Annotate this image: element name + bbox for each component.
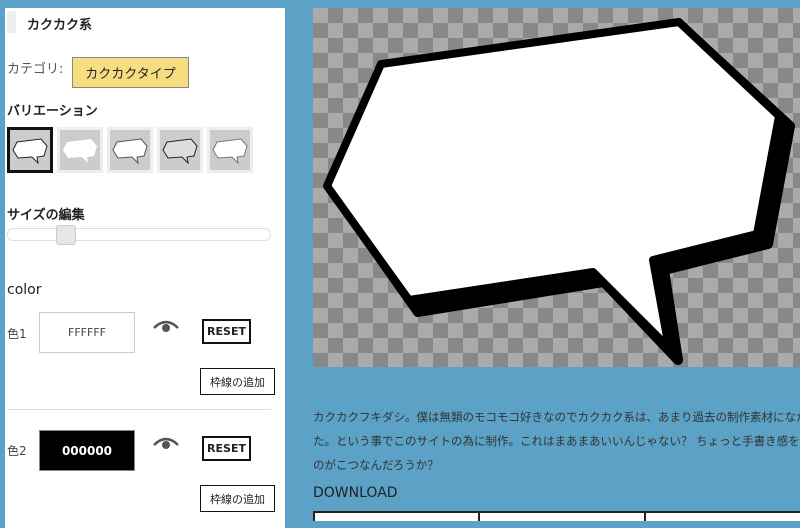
bubble-thumb-icon — [112, 138, 148, 164]
slider-thumb[interactable] — [56, 225, 77, 245]
panel-title: カクカク系 — [27, 18, 93, 33]
color2-label: 色2 — [7, 444, 27, 458]
color1-reset-button[interactable]: RESET — [202, 319, 251, 344]
download-heading: DOWNLOAD — [313, 485, 398, 501]
bubble-thumb-icon — [162, 138, 198, 164]
divider — [7, 409, 271, 410]
table-cell[interactable] — [646, 513, 800, 521]
color2-input[interactable]: 000000 — [39, 430, 135, 471]
variation-2[interactable] — [57, 127, 103, 173]
color1-add-border-button[interactable]: 枠線の追加 — [200, 368, 275, 395]
variation-4[interactable] — [157, 127, 203, 173]
bubble-preview — [313, 8, 800, 367]
category-badge[interactable]: カクカクタイプ — [72, 57, 189, 88]
table-cell[interactable] — [315, 513, 481, 521]
variation-1[interactable] — [7, 127, 53, 173]
variation-5[interactable] — [207, 127, 253, 173]
color-heading: color — [7, 282, 42, 298]
eye-icon[interactable] — [152, 435, 180, 451]
size-slider[interactable] — [7, 225, 271, 245]
color2-reset-button[interactable]: RESET — [202, 436, 251, 461]
description-line: のがこつなんだろうか？ — [313, 458, 439, 472]
bubble-thumb-icon — [212, 138, 248, 164]
color1-input[interactable]: FFFFFF — [39, 312, 135, 353]
variation-3[interactable] — [107, 127, 153, 173]
variation-list — [7, 127, 253, 173]
download-table — [313, 511, 800, 521]
bubble-thumb-icon — [12, 138, 48, 164]
bubble-thumb-icon — [63, 139, 97, 163]
description-line: カクカクフキダシ。僕は無類のモコモコ好きなのでカクカク系は、あまり過去の制作素材… — [313, 410, 800, 424]
variation-heading: バリエーション — [7, 104, 98, 119]
description-line: た。という事でこのサイトの為に制作。これはまあまあいいんじゃない？ ちょっと手書… — [313, 434, 800, 448]
table-cell[interactable] — [480, 513, 646, 521]
description: カクカクフキダシ。僕は無類のモコモコ好きなのでカクカク系は、あまり過去の制作素材… — [313, 405, 800, 477]
eye-icon[interactable] — [152, 318, 180, 334]
size-heading: サイズの編集 — [7, 208, 85, 223]
category-label: カテゴリ: — [7, 62, 64, 77]
color2-add-border-button[interactable]: 枠線の追加 — [200, 485, 275, 512]
title-marker — [7, 11, 16, 33]
speech-bubble-image — [323, 18, 795, 365]
color1-label: 色1 — [7, 327, 27, 341]
